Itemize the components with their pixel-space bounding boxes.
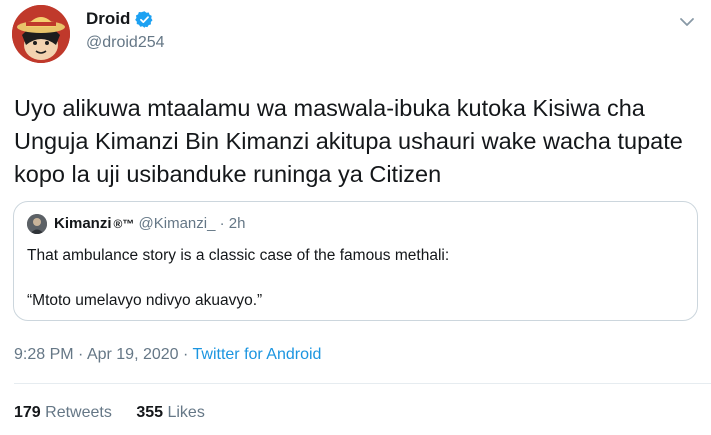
- meta-separator: ·: [78, 346, 84, 363]
- avatar[interactable]: [12, 5, 70, 63]
- tweet-text: Uyo alikuwa mtaalamu wa maswala-ibuka ku…: [14, 95, 683, 187]
- tweet-time[interactable]: 9:28 PM: [14, 346, 74, 363]
- quoted-text-line-1: That ambulance story is a classic case o…: [27, 247, 450, 264]
- author-name[interactable]: Droid: [86, 9, 130, 29]
- divider: [14, 383, 711, 384]
- verified-badge-icon: [135, 10, 153, 28]
- quoted-tweet[interactable]: Kimanzi ®™ @Kimanzi_ · 2h That ambulance …: [13, 201, 698, 321]
- likes-stat[interactable]: 355 Likes: [136, 404, 205, 421]
- quoted-header: Kimanzi ®™ @Kimanzi_ · 2h: [54, 215, 245, 232]
- tweet-source-link[interactable]: Twitter for Android: [193, 346, 322, 363]
- quoted-avatar[interactable]: [27, 214, 47, 234]
- author-name-row[interactable]: Droid: [86, 9, 154, 29]
- likes-label: Likes: [167, 404, 205, 421]
- likes-count: 355: [136, 404, 164, 421]
- tweet-stats: 179 Retweets 355 Likes: [14, 404, 225, 422]
- quoted-separator: ·: [219, 215, 225, 232]
- quoted-name-suffix: ®™: [113, 217, 135, 231]
- chevron-down-icon[interactable]: [678, 13, 696, 31]
- quoted-time[interactable]: 2h: [229, 215, 246, 232]
- tweet-date[interactable]: Apr 19, 2020: [87, 346, 179, 363]
- author-handle[interactable]: @droid254: [86, 34, 165, 52]
- quoted-name[interactable]: Kimanzi: [54, 215, 112, 232]
- meta-separator: ·: [183, 346, 189, 363]
- retweets-count: 179: [14, 404, 41, 421]
- tweet-meta: 9:28 PM · Apr 19, 2020 · Twitter for And…: [14, 346, 321, 364]
- quoted-handle[interactable]: @Kimanzi_: [139, 215, 216, 232]
- retweets-stat[interactable]: 179 Retweets: [14, 404, 116, 421]
- quoted-text-line-2: “Mtoto umelavyo ndivyo akuavyo.”: [27, 292, 263, 309]
- retweets-label: Retweets: [45, 404, 112, 421]
